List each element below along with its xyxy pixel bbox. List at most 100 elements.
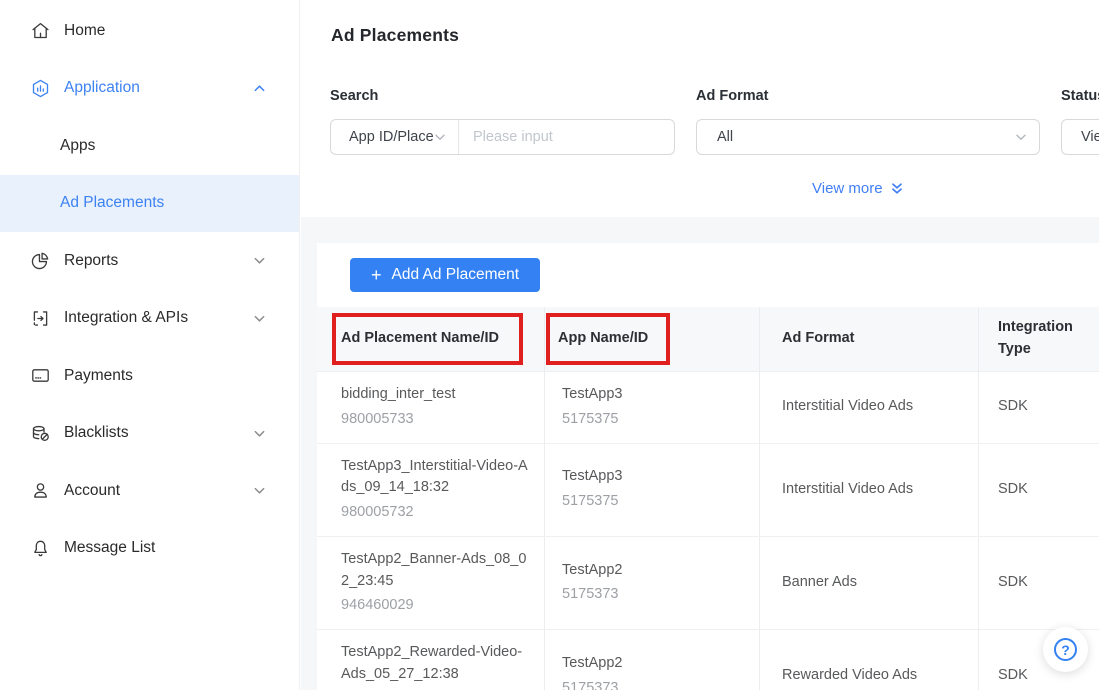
ad-format-label: Ad Format — [696, 88, 769, 104]
status-select[interactable]: Vie — [1061, 119, 1099, 155]
app-name: TestApp3 — [562, 466, 747, 488]
cell-integration-type: SDK — [978, 537, 1099, 629]
cell-app-name-id: TestApp2 5175373 — [544, 537, 759, 629]
view-more-label: View more — [812, 180, 883, 197]
search-group: App ID/Placem — [330, 119, 675, 155]
plus-icon: + — [371, 266, 382, 284]
cell-placement-name-id: TestApp2_Rewarded-Video-Ads_05_27_12:38 … — [317, 630, 544, 690]
search-field-value: App ID/Placem — [349, 129, 433, 145]
question-mark-icon: ? — [1054, 638, 1077, 661]
cell-app-name-id: TestApp3 5175375 — [544, 444, 759, 536]
app-id: 5175373 — [562, 584, 747, 606]
sidebar-item-label: Home — [64, 22, 105, 40]
chevron-down-icon — [1014, 130, 1028, 144]
integration-icon — [30, 308, 51, 329]
sidebar-item-apps[interactable]: Apps — [0, 117, 299, 175]
chevron-up-icon — [253, 82, 266, 95]
column-header-ad-format: Ad Format — [759, 307, 978, 371]
sidebar-item-label: Message List — [64, 539, 155, 557]
cell-integration-type: SDK — [978, 372, 1099, 443]
placement-id: 946460029 — [341, 595, 530, 617]
sidebar-item-label: Apps — [60, 137, 95, 155]
placement-name: TestApp3_Interstitial-Video-Ads_09_14_18… — [341, 456, 530, 500]
sidebar-item-label: Account — [64, 482, 120, 500]
app-name: TestApp2 — [562, 653, 747, 675]
search-label: Search — [330, 88, 378, 104]
sidebar-item-label: Application — [64, 79, 140, 97]
placement-name: bidding_inter_test — [341, 384, 530, 406]
chevron-down-icon — [253, 427, 266, 440]
sidebar-item-label: Blacklists — [64, 424, 129, 442]
sidebar-item-ad-placements[interactable]: Ad Placements — [0, 175, 299, 233]
sidebar-item-application[interactable]: Application — [0, 60, 299, 118]
cell-integration-type: SDK — [978, 444, 1099, 536]
search-field-select[interactable]: App ID/Placem — [331, 120, 459, 154]
placement-id: 980005732 — [341, 502, 530, 524]
sidebar-item-message-list[interactable]: Message List — [0, 520, 299, 578]
sidebar-item-blacklists[interactable]: Blacklists — [0, 405, 299, 463]
account-icon — [30, 480, 51, 501]
sidebar: Home Application Apps Ad Placements Repo… — [0, 0, 300, 690]
placement-name: TestApp2_Banner-Ads_08_02_23:45 — [341, 549, 530, 593]
page-title: Ad Placements — [331, 25, 459, 46]
sidebar-item-label: Integration & APIs — [64, 309, 188, 327]
table-row: TestApp2_Banner-Ads_08_02_23:45 94646002… — [317, 536, 1099, 629]
table-header-row: Ad Placement Name/ID App Name/ID Ad Form… — [317, 307, 1099, 371]
chevron-down-icon — [433, 130, 447, 144]
app-name: TestApp3 — [562, 384, 747, 406]
main-content: Ad Placements Search App ID/Placem Ad Fo… — [301, 0, 1099, 690]
table-row: TestApp2_Rewarded-Video-Ads_05_27_12:38 … — [317, 629, 1099, 690]
cell-placement-name-id: TestApp3_Interstitial-Video-Ads_09_14_18… — [317, 444, 544, 536]
column-header-ad-placement-name-id: Ad Placement Name/ID — [317, 307, 544, 371]
reports-icon — [30, 250, 51, 271]
column-header-app-name-id: App Name/ID — [544, 307, 759, 371]
sidebar-item-label: Reports — [64, 252, 118, 270]
application-icon — [30, 78, 51, 99]
table-card: + Add Ad Placement Ad Placement Name/ID … — [317, 243, 1099, 690]
placement-id: 980005733 — [341, 409, 530, 431]
table-section: + Add Ad Placement Ad Placement Name/ID … — [301, 217, 1099, 690]
cell-ad-format: Interstitial Video Ads — [759, 444, 978, 536]
cell-app-name-id: TestApp2 5175373 — [544, 630, 759, 690]
cell-placement-name-id: TestApp2_Banner-Ads_08_02_23:45 94646002… — [317, 537, 544, 629]
column-header-integration-type: Integration Type — [978, 307, 1099, 371]
cell-ad-format: Banner Ads — [759, 537, 978, 629]
filter-panel: Ad Placements Search App ID/Placem Ad Fo… — [301, 0, 1099, 217]
app-id: 5175375 — [562, 491, 747, 513]
status-value: Vie — [1081, 129, 1099, 145]
status-label: Status — [1061, 88, 1099, 104]
app-name: TestApp2 — [562, 560, 747, 582]
blacklists-icon — [30, 423, 51, 444]
help-button[interactable]: ? — [1043, 627, 1088, 672]
search-input[interactable] — [459, 120, 674, 154]
ad-placements-table: Ad Placement Name/ID App Name/ID Ad Form… — [317, 307, 1099, 690]
ad-format-value: All — [717, 129, 733, 145]
sidebar-item-payments[interactable]: Payments — [0, 347, 299, 405]
app-id: 5175375 — [562, 409, 747, 431]
view-more-link[interactable]: View more — [812, 180, 904, 197]
chevron-down-icon — [253, 254, 266, 267]
sidebar-item-label: Payments — [64, 367, 133, 385]
payments-icon — [30, 365, 51, 386]
cell-ad-format: Rewarded Video Ads — [759, 630, 978, 690]
chevron-down-icon — [253, 312, 266, 325]
placement-name: TestApp2_Rewarded-Video-Ads_05_27_12:38 — [341, 642, 530, 686]
cell-app-name-id: TestApp3 5175375 — [544, 372, 759, 443]
sidebar-item-account[interactable]: Account — [0, 462, 299, 520]
sidebar-item-reports[interactable]: Reports — [0, 232, 299, 290]
table-row: bidding_inter_test 980005733 TestApp3 51… — [317, 371, 1099, 443]
home-icon — [30, 20, 51, 41]
bell-icon — [30, 538, 51, 559]
ad-format-select[interactable]: All — [696, 119, 1040, 155]
double-chevron-down-icon — [890, 181, 904, 196]
app-id: 5175373 — [562, 678, 747, 690]
add-ad-placement-button[interactable]: + Add Ad Placement — [350, 258, 540, 292]
chevron-down-icon — [253, 484, 266, 497]
table-row: TestApp3_Interstitial-Video-Ads_09_14_18… — [317, 443, 1099, 536]
cell-ad-format: Interstitial Video Ads — [759, 372, 978, 443]
sidebar-item-home[interactable]: Home — [0, 2, 299, 60]
cell-placement-name-id: bidding_inter_test 980005733 — [317, 372, 544, 443]
sidebar-item-label: Ad Placements — [60, 194, 164, 212]
add-button-label: Add Ad Placement — [392, 266, 520, 284]
sidebar-item-integration-apis[interactable]: Integration & APIs — [0, 290, 299, 348]
